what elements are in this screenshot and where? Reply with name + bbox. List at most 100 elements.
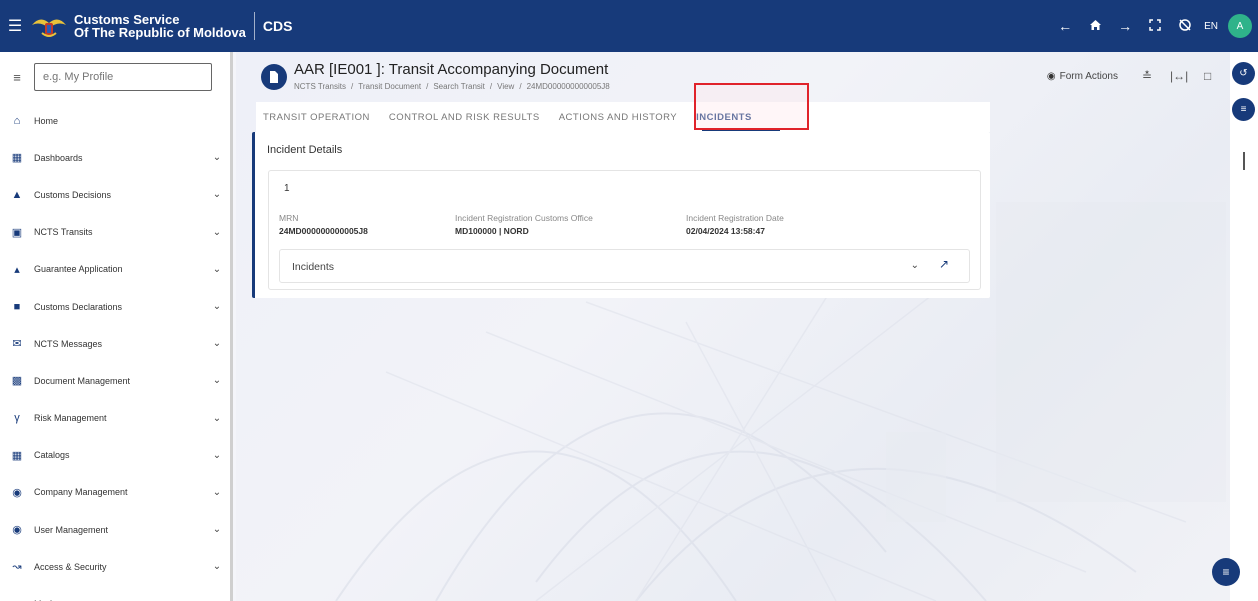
breadcrumb-item[interactable]: Transit Document xyxy=(358,82,421,91)
sidebar-item-label: NCTS Messages xyxy=(34,338,103,349)
collapse-all-icon[interactable]: ≛ xyxy=(1142,69,1152,83)
field-value: MD100000 | NORD xyxy=(455,226,529,236)
incident-details-panel: Incident Details 1 MRN 24MD000000000005J… xyxy=(252,132,990,298)
document-icon xyxy=(261,64,287,90)
tab-transit-operation[interactable]: TRANSIT OPERATION xyxy=(263,112,370,123)
shield-icon: ◉ xyxy=(12,486,22,499)
form-actions-button[interactable]: ◉ Form Actions xyxy=(1047,71,1118,82)
breadcrumb-item[interactable]: NCTS Transits xyxy=(294,82,346,91)
sidebar-item-company-management[interactable]: ◉ Company Management ⌄ xyxy=(0,474,232,511)
box-icon: ■ xyxy=(13,300,21,313)
chevron-down-icon[interactable]: ⌄ xyxy=(202,301,232,312)
menu-icon[interactable]: ≡ xyxy=(1232,98,1255,121)
top-bar: ☰ Customs Service Of The Republic of Mol… xyxy=(0,0,1258,52)
sidebar-item-dashboards[interactable]: ▦ Dashboards ⌄ xyxy=(0,139,232,176)
page-title: AAR [IE001 ]: Transit Accompanying Docum… xyxy=(294,61,609,78)
rail-scroll-indicator[interactable] xyxy=(1243,152,1245,170)
bus-icon: ▣ xyxy=(11,226,23,239)
sidebar-item-guarantee-application[interactable]: ▴ Guarantee Application ⌄ xyxy=(0,251,232,288)
sidebar-item-label: Guarantee Application xyxy=(34,264,123,275)
sidebar-item-home[interactable]: ⌂ Home xyxy=(0,102,232,139)
chevron-down-icon[interactable]: ⌄ xyxy=(202,524,232,535)
sidebar-item-label: Customs Declarations xyxy=(34,301,123,312)
app-name: CDS xyxy=(262,18,293,34)
hamburger-menu-icon[interactable]: ☰ xyxy=(0,0,30,52)
fullscreen-icon[interactable] xyxy=(1142,18,1168,34)
sidebar-item-access-security[interactable]: ↝ Access & Security ⌄ xyxy=(0,548,232,585)
dashboard-icon: ▦ xyxy=(11,152,23,165)
sidebar-item-customs-decisions[interactable]: ▲ Customs Decisions ⌄ xyxy=(0,176,232,213)
chevron-down-icon[interactable]: ⌄ xyxy=(202,487,232,498)
sidebar-scrollbar[interactable] xyxy=(230,52,233,601)
history-icon[interactable]: ↺ xyxy=(1232,62,1255,85)
field-label: Incident Registration Date xyxy=(686,213,784,223)
form-actions-label: Form Actions xyxy=(1059,71,1118,82)
sidebar-item-risk-management[interactable]: γ Risk Management ⌄ xyxy=(0,400,232,437)
accessibility-icon[interactable] xyxy=(1172,18,1198,35)
expand-icon[interactable]: ↗ xyxy=(939,257,949,271)
sidebar-item-customs-declarations[interactable]: ■ Customs Declarations ⌄ xyxy=(0,288,232,325)
grid-icon: ▦ xyxy=(11,449,23,462)
sidebar-item-document-management[interactable]: ▩ Document Management ⌄ xyxy=(0,362,232,399)
fork-icon: γ xyxy=(14,412,20,425)
user-avatar[interactable]: A xyxy=(1228,14,1252,38)
sidebar-item-label: NCTS Transits xyxy=(34,227,93,238)
document-icon: ▩ xyxy=(11,375,23,388)
field-label: MRN xyxy=(279,213,299,223)
sidebar-item-label: Home xyxy=(34,115,59,126)
breadcrumb-separator: / xyxy=(489,82,493,91)
brand[interactable]: Customs Service Of The Republic of Moldo… xyxy=(30,0,292,52)
chevron-down-icon[interactable]: ⌄ xyxy=(202,338,232,349)
moldova-emblem-icon xyxy=(32,19,66,37)
menu-list-icon[interactable]: ≡ xyxy=(0,70,34,85)
incidents-section[interactable]: Incidents ⌄ ↗ xyxy=(279,249,970,283)
sidebar-item-catalogs[interactable]: ▦ Catalogs ⌄ xyxy=(0,437,232,474)
breadcrumb-item[interactable]: View xyxy=(497,82,514,91)
tab-control-and-risk-results[interactable]: CONTROL AND RISK RESULTS xyxy=(389,112,540,123)
home-icon: ⌂ xyxy=(13,114,21,127)
maximize-icon[interactable]: □ xyxy=(1204,69,1211,83)
sidebar-item-label: Dashboards xyxy=(34,152,83,163)
sidebar-item-label: Access & Security xyxy=(34,561,107,572)
satellite-icon: ↝ xyxy=(12,561,22,574)
brand-line-2: Of The Republic of Moldova xyxy=(74,25,246,40)
breadcrumb-separator: / xyxy=(519,82,522,91)
language-selector[interactable]: EN xyxy=(1204,21,1218,32)
chevron-down-icon[interactable]: ⌄ xyxy=(202,561,232,572)
chevron-down-icon[interactable]: ⌄ xyxy=(202,450,232,461)
sidebar-item-ncts-messages[interactable]: ✉ NCTS Messages ⌄ xyxy=(0,325,232,362)
sidebar-item-ncts-transits[interactable]: ▣ NCTS Transits ⌄ xyxy=(0,214,232,251)
back-arrow-icon[interactable]: ← xyxy=(1052,18,1078,34)
breadcrumb: NCTS Transits / Transit Document / Search Tr… xyxy=(294,82,615,91)
sidebar: ≡ ⌂ Home ▦ Dashboards ⌄ ▲ Customs Decisions ⌄ ▣ N… xyxy=(0,52,232,601)
registration-date-field: Incident Registration Date 02/04/2024 13… xyxy=(686,213,784,236)
tab-actions-and-history[interactable]: ACTIONS AND HISTORY xyxy=(559,112,677,123)
chevron-down-icon[interactable]: ⌄ xyxy=(202,413,232,424)
chevron-down-icon[interactable]: ⌄ xyxy=(202,375,232,386)
sidebar-item-my-account[interactable]: ●My Account⌄ xyxy=(0,585,232,601)
eye-icon: ◉ xyxy=(1046,71,1056,82)
incident-card: 1 MRN 24MD000000000005J8 Incident Regist… xyxy=(268,170,981,290)
incident-number: 1 xyxy=(284,183,290,194)
fit-width-icon[interactable]: |↔| xyxy=(1170,69,1188,83)
sidebar-search-input[interactable] xyxy=(34,63,212,91)
sidebar-item-label: Document Management xyxy=(34,375,131,386)
chevron-down-icon[interactable]: ⌄ xyxy=(202,227,232,238)
sidebar-item-label: Customs Decisions xyxy=(34,189,112,200)
incidents-tab-highlight xyxy=(694,83,809,130)
chevron-down-icon[interactable]: ⌄ xyxy=(202,152,232,163)
breadcrumb-item[interactable]: 24MD000000000005J8 xyxy=(527,82,610,91)
forward-arrow-icon[interactable]: → xyxy=(1112,18,1138,34)
breadcrumb-item[interactable]: Search Transit xyxy=(433,82,485,91)
chevron-down-icon[interactable]: ⌄ xyxy=(202,264,232,275)
home-icon[interactable] xyxy=(1082,18,1108,34)
sidebar-item-label: User Management xyxy=(34,524,109,535)
sidebar-item-label: Company Management xyxy=(34,487,128,498)
field-value: 24MD000000000005J8 xyxy=(279,226,368,236)
floating-menu-button[interactable]: ≡ xyxy=(1212,558,1240,586)
brand-divider xyxy=(253,12,255,40)
chevron-down-icon[interactable]: ⌄ xyxy=(911,260,919,271)
chevron-down-icon[interactable]: ⌄ xyxy=(202,189,232,200)
incidents-section-label: Incidents xyxy=(292,261,335,273)
sidebar-item-user-management[interactable]: ◉ User Management ⌄ xyxy=(0,511,232,548)
